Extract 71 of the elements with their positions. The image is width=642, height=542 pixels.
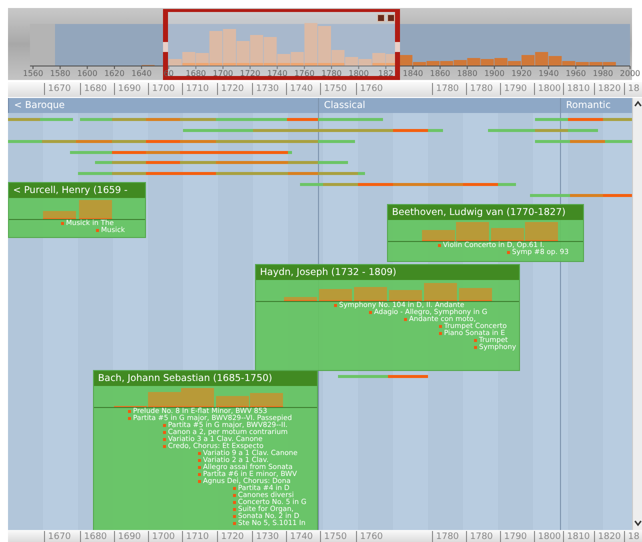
era-header: Romantic — [560, 98, 632, 113]
axis-label: 1980 — [592, 68, 614, 79]
axis-label: 1790 — [500, 83, 527, 95]
axis-label: 1710 — [182, 531, 209, 542]
histogram-bar — [535, 52, 548, 66]
axis-label: 1780 — [466, 531, 493, 542]
axis-label: 1580 — [48, 68, 72, 79]
axis-label: 1730 — [252, 531, 279, 542]
axis-label: 1720 — [217, 83, 244, 95]
axis-label: 1780 — [432, 531, 459, 542]
axis-label: 1760 — [293, 68, 316, 79]
axis-label: 1700 — [148, 531, 175, 542]
axis-label: 1800 — [347, 68, 370, 79]
selection-frame[interactable] — [163, 9, 400, 80]
axis-label: 18 — [624, 531, 640, 542]
axis-label: 1750 — [320, 83, 347, 95]
era-header: < Baroque — [8, 98, 318, 113]
axis-label: 1760 — [356, 83, 383, 95]
resize-handle[interactable] — [395, 42, 400, 52]
axis-label: 1780 — [466, 83, 493, 95]
era-header: Classical — [318, 98, 560, 113]
axis-label: 1600 — [76, 68, 98, 79]
axis-label: 1720 — [238, 68, 262, 79]
axis-label: 1710 — [182, 83, 209, 95]
axis-label: 1750 — [320, 531, 347, 542]
axis-label: 1620 — [103, 68, 126, 79]
axis-label: 1820 — [594, 531, 621, 542]
composer-name: Beethoven, Ludwig van (1770-1827) — [388, 205, 583, 220]
axis-label: 1780 — [432, 83, 459, 95]
axis-label: 1740 — [286, 531, 313, 542]
pin-icon[interactable] — [387, 14, 395, 22]
composer-name: Haydn, Joseph (1732 - 1809) — [256, 265, 519, 280]
histogram-bar — [250, 35, 264, 66]
axis-label: 1740 — [266, 68, 288, 79]
scroll-down-icon[interactable] — [634, 519, 642, 527]
axis-label: 1760 — [356, 531, 383, 542]
axis-label: 1840 — [402, 68, 424, 79]
axis-label: 1810 — [563, 83, 590, 95]
axis-label: 1680 — [80, 531, 107, 542]
axis-label: 1860 — [428, 68, 452, 79]
axis-label: 1670 — [44, 531, 71, 542]
axis-label: 1800 — [534, 531, 561, 542]
axis-label: 1720 — [217, 531, 244, 542]
axis-label: 1940 — [537, 68, 560, 79]
axis-label: 1800 — [534, 83, 561, 95]
scroll-up-icon[interactable] — [634, 100, 642, 108]
axis-label: 1680 — [80, 83, 107, 95]
axis-label: 1790 — [500, 531, 527, 542]
axis-label: 1680 — [184, 68, 207, 79]
axis-label: 1700 — [148, 83, 175, 95]
axis-label: 1640 — [130, 68, 153, 79]
axis-label: 1960 — [564, 68, 587, 79]
composer-name: < Purcell, Henry (1659 - — [9, 183, 145, 198]
axis-label: 1730 — [252, 83, 279, 95]
axis-label: 1820 — [594, 83, 621, 95]
resize-handle[interactable] — [163, 42, 168, 52]
axis-label: 1700 — [212, 68, 234, 79]
axis-label: 1810 — [563, 531, 590, 542]
axis-label: 182 — [377, 68, 394, 79]
axis-label: 1690 — [114, 83, 141, 95]
composer-name: Bach, Johann Sebastian (1685-1750) — [94, 371, 317, 386]
axis-label: 1670 — [44, 83, 71, 95]
axis-label: 1780 — [320, 68, 343, 79]
axis-label: 1900 — [483, 68, 506, 79]
axis-label: 1880 — [456, 68, 478, 79]
axis-label: 1690 — [114, 531, 141, 542]
axis-label: 18 — [624, 83, 640, 95]
close-icon[interactable] — [377, 14, 385, 22]
axis-label: 1560 — [22, 68, 44, 79]
axis-label: 1920 — [510, 68, 533, 79]
axis-label: 1740 — [286, 83, 313, 95]
